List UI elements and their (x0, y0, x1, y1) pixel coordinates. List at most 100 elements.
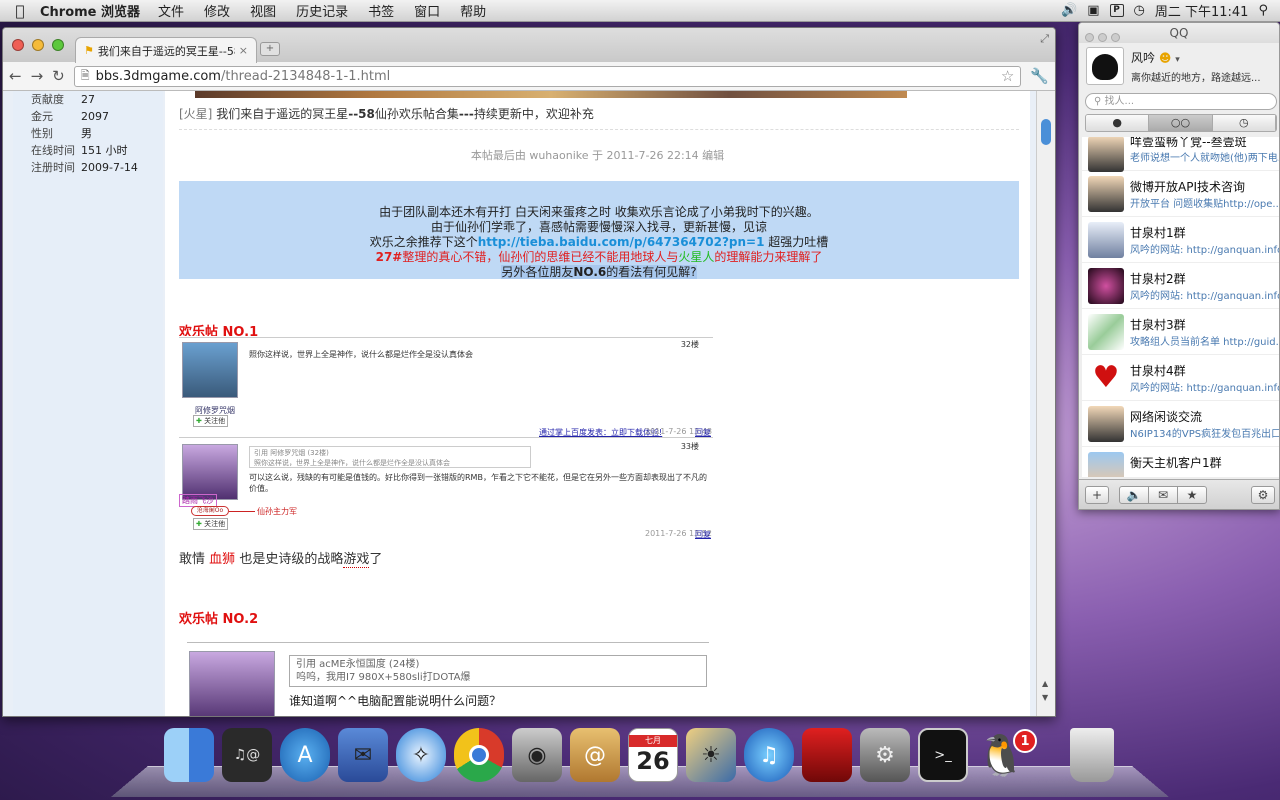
group-desc: 攻略组人员当前名单 http://guid... (1130, 337, 1280, 348)
group-desc: 开放平台 问题收集贴http://ope... (1130, 199, 1280, 210)
tab-groups[interactable]: ○○ (1149, 115, 1213, 131)
tab-chats[interactable]: ● (1086, 115, 1150, 131)
minimize-window-button[interactable] (32, 39, 44, 51)
iphoto-icon[interactable]: ☀ (686, 728, 736, 782)
follow-button[interactable]: ✚ 关注他 (193, 415, 229, 427)
list-item[interactable]: ♥ 甘泉村4群 风吟的网站: http://ganquan.info (1082, 355, 1279, 401)
list-item[interactable]: 衡天主机客户1群 (1082, 447, 1279, 477)
menu-help[interactable]: 帮助 (460, 1, 486, 20)
ical-icon[interactable]: 七月 26 (628, 728, 678, 782)
minimize-window-button[interactable] (1098, 33, 1107, 42)
browser-tab[interactable]: ⚑ 我们来自于遥远的冥王星--58 × (75, 37, 257, 63)
follow-button[interactable]: ✚ 关注他 (193, 518, 229, 530)
divider (179, 437, 713, 438)
address-book-icon[interactable]: @ (570, 728, 620, 782)
app-store-icon[interactable]: A (280, 728, 330, 782)
text-span: 也是史诗级的战略 (239, 552, 344, 567)
menu-bookmarks[interactable]: 书签 (368, 1, 394, 20)
photo-booth-icon[interactable] (802, 728, 852, 782)
back-arrow-icon[interactable]: ← (9, 67, 22, 85)
group-avatar (1088, 137, 1124, 172)
finder-icon[interactable] (164, 728, 214, 782)
menu-history[interactable]: 历史记录 (296, 1, 348, 20)
display-icon[interactable]: ▣ (1087, 3, 1099, 18)
intro-box: 由于团队副本还木有开打 白天闲来蛋疼之时 收集欢乐言论成了小弟我时下的兴趣。 由… (179, 181, 1019, 279)
signature[interactable]: 离你越近的地方，路途越远... (1131, 69, 1261, 84)
reply-link[interactable]: 回复 (695, 529, 711, 540)
menu-view[interactable]: 视图 (250, 1, 276, 20)
qq-window: QQ 风吟 ☻ ▾ 离你越近的地方，路途越远... ⚲ 找人... ● ○○ ◷… (1078, 22, 1280, 510)
list-item[interactable]: 甘泉村3群 攻略组人员当前名单 http://guid... (1082, 309, 1280, 355)
list-item[interactable]: 甘泉村2群 风吟的网站: http://ganquan.info (1082, 263, 1279, 309)
gear-icon[interactable]: ⚙ (1251, 486, 1275, 504)
facetime-camera-icon[interactable]: ◉ (512, 728, 562, 782)
chrome-icon[interactable] (454, 728, 504, 782)
list-item[interactable]: 甘泉村1群 风吟的网站: http://ganquan.info (1082, 217, 1279, 263)
safari-icon[interactable]: ✧ (396, 728, 446, 782)
quote-body: 照你这样说，世界上全是神作，说什么都是烂作全是没认真体会 (254, 459, 450, 467)
menubar-clock[interactable]: 周二 下午11:41 (1155, 1, 1249, 20)
app-menu[interactable]: Chrome 浏览器 (40, 1, 140, 20)
menu-window[interactable]: 窗口 (414, 1, 440, 20)
mail-stamp-icon[interactable]: ✉ (338, 728, 388, 782)
spotlight-search-icon[interactable]: ⚲ (1258, 3, 1268, 18)
list-item[interactable]: 微博开放API技术咨询 开放平台 问题收集贴http://ope... (1082, 171, 1280, 217)
vertical-scrollbar[interactable]: ▲ ▼ (1036, 91, 1055, 716)
itunes-icon[interactable]: ♫ (744, 728, 794, 782)
scroll-up-icon[interactable]: ▲ (1042, 679, 1048, 688)
address-bar[interactable]: 🗎 bbs.3dmgame.com/thread-2134848-1-1.htm… (73, 65, 1022, 87)
search-icon: ⚲ (1094, 96, 1102, 107)
scroll-down-icon[interactable]: ▼ (1042, 693, 1048, 702)
profile-value: 2097 (81, 110, 109, 123)
post-tag[interactable]: [火星] (179, 107, 212, 121)
star-icon[interactable]: ★ (1177, 487, 1206, 503)
group-name: 网络闲谈交流 (1130, 410, 1203, 424)
tieba-link[interactable]: http://tieba.baidu.com/p/647364702?pn=1 (478, 235, 765, 249)
intro-line: 欢乐之余推荐下这个http://tieba.baidu.com/p/647364… (179, 235, 1019, 250)
qq-bottom-bar: + 🔈 ✉ ★ ⚙ (1079, 479, 1279, 509)
quote-head: 引用 阿修罗咒烟 (32楼) (254, 449, 329, 457)
trash-icon[interactable] (1070, 728, 1114, 782)
close-window-button[interactable] (1085, 33, 1094, 42)
scrollbar-thumb[interactable] (1041, 119, 1051, 145)
close-window-button[interactable] (12, 39, 24, 51)
avatar[interactable] (1086, 47, 1124, 85)
chevron-down-icon[interactable]: ▾ (1175, 55, 1180, 65)
list-item[interactable]: 咩壹蛮畅丫覚--叁壹斑 老师说想一个人就吻她(他)两下电... (1082, 137, 1279, 172)
fullscreen-icon[interactable]: ⤢ (1040, 32, 1049, 46)
terminal-icon[interactable]: >_ (918, 728, 968, 782)
keyword-link[interactable]: 游戏 (343, 552, 370, 568)
list-item[interactable]: 网络闲谈交流 N6IP134的VPS疯狂发包百兆出口... (1082, 401, 1279, 447)
zoom-window-button[interactable] (52, 39, 64, 51)
text-span: 火星人 (678, 250, 715, 264)
group-name: 甘泉村2群 (1130, 272, 1186, 286)
reload-icon[interactable]: ↻ (52, 67, 65, 85)
qq-search-input[interactable]: ⚲ 找人... (1085, 93, 1277, 110)
mute-icon[interactable]: 🔈 (1120, 487, 1148, 503)
qq-title: QQ (1169, 26, 1189, 40)
profile-key: 性别 (31, 127, 53, 140)
nickname[interactable]: 风吟 ☻ ▾ (1131, 49, 1180, 66)
apple-menu-icon[interactable]:  (0, 2, 40, 20)
divider (179, 129, 1019, 130)
bookmark-star-icon[interactable]: ☆ (1001, 67, 1014, 85)
status-icon[interactable]: ☻ (1159, 51, 1172, 65)
p-status-icon[interactable]: P (1109, 4, 1124, 17)
tab-recent[interactable]: ◷ (1212, 115, 1276, 131)
new-tab-button[interactable]: + (260, 42, 280, 56)
time-machine-icon[interactable]: ◷ (1134, 3, 1145, 18)
zoom-window-button[interactable] (1111, 33, 1120, 42)
system-preferences-icon[interactable]: ⚙ (860, 728, 910, 782)
dashboard-widgets-icon[interactable]: ♫@ (222, 728, 272, 782)
button-group: 🔈 ✉ ★ (1119, 486, 1207, 504)
mail-icon[interactable]: ✉ (1148, 487, 1177, 503)
volume-icon[interactable]: 🔊 (1061, 3, 1077, 18)
menu-edit[interactable]: 修改 (204, 1, 230, 20)
wrench-menu-icon[interactable]: 🔧 (1030, 67, 1049, 85)
cat-silhouette (1092, 54, 1118, 80)
close-tab-icon[interactable]: × (239, 44, 248, 57)
add-icon[interactable]: + (1085, 486, 1109, 504)
forward-arrow-icon[interactable]: → (31, 67, 44, 85)
menu-file[interactable]: 文件 (158, 1, 184, 20)
title-part: 持续更新中，欢迎补充 (473, 107, 594, 121)
